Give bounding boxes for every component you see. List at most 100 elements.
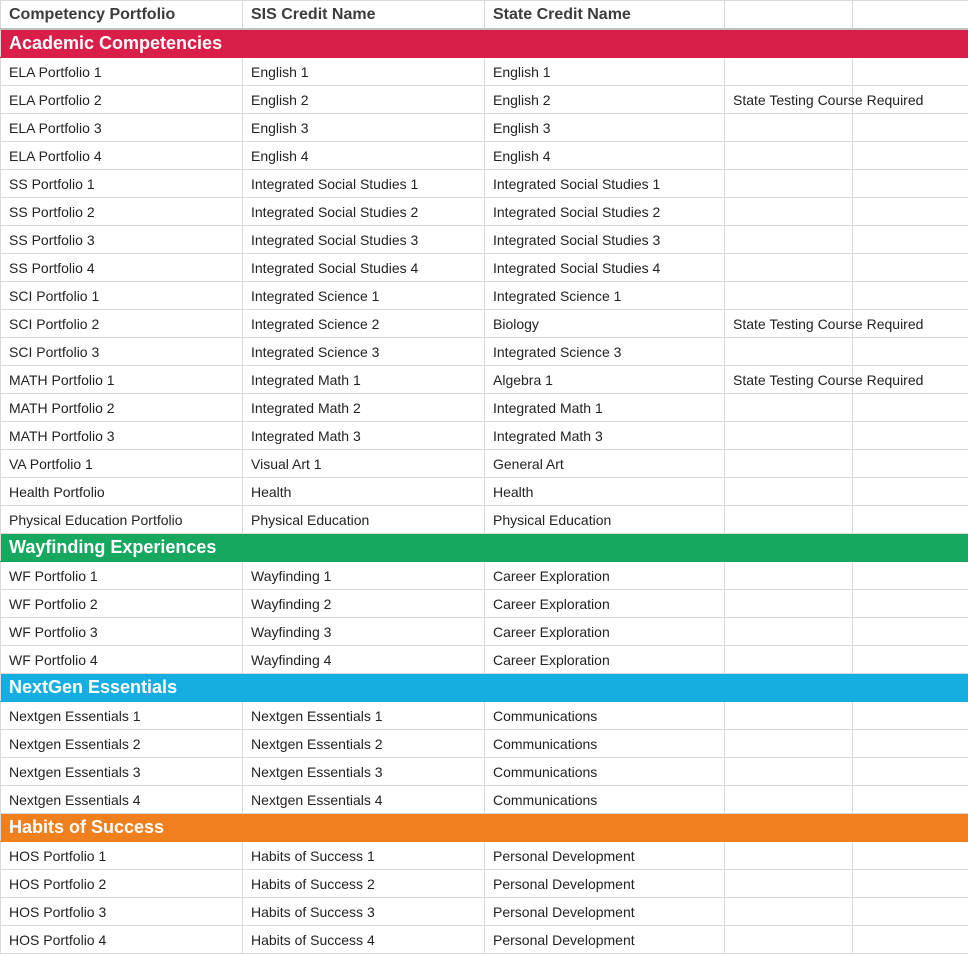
section-title-empty[interactable]	[243, 534, 485, 562]
cell-col2[interactable]: Habits of Success 4	[243, 926, 485, 954]
cell-col3[interactable]: Career Exploration	[485, 562, 725, 590]
cell-col2[interactable]: Integrated Science 2	[243, 310, 485, 338]
cell-col1[interactable]: SCI Portfolio 2	[1, 310, 243, 338]
section-title[interactable]: Wayfinding Experiences	[1, 534, 243, 562]
cell-col1[interactable]: Physical Education Portfolio	[1, 506, 243, 534]
cell-col1[interactable]: SS Portfolio 3	[1, 226, 243, 254]
cell-col1[interactable]: ELA Portfolio 4	[1, 142, 243, 170]
cell-col2[interactable]: Integrated Science 1	[243, 282, 485, 310]
cell-col5[interactable]	[853, 422, 968, 450]
cell-col2[interactable]: English 2	[243, 86, 485, 114]
cell-col5[interactable]	[853, 142, 968, 170]
header-empty-5[interactable]	[853, 1, 968, 30]
cell-col2[interactable]: Visual Art 1	[243, 450, 485, 478]
cell-col5[interactable]	[853, 506, 968, 534]
cell-col1[interactable]: SS Portfolio 2	[1, 198, 243, 226]
cell-col2[interactable]: Habits of Success 1	[243, 842, 485, 870]
cell-col5[interactable]	[853, 394, 968, 422]
cell-col5[interactable]	[853, 450, 968, 478]
cell-col1[interactable]: SCI Portfolio 3	[1, 338, 243, 366]
cell-col5[interactable]	[853, 870, 968, 898]
cell-col2[interactable]: Integrated Math 2	[243, 394, 485, 422]
cell-col4[interactable]	[725, 478, 853, 506]
cell-col1[interactable]: WF Portfolio 2	[1, 590, 243, 618]
cell-col3[interactable]: General Art	[485, 450, 725, 478]
cell-col1[interactable]: MATH Portfolio 2	[1, 394, 243, 422]
cell-col5[interactable]	[853, 786, 968, 814]
cell-col3[interactable]: Biology	[485, 310, 725, 338]
cell-col2[interactable]: English 3	[243, 114, 485, 142]
cell-col1[interactable]: SCI Portfolio 1	[1, 282, 243, 310]
section-title-empty[interactable]	[725, 29, 853, 58]
cell-col4[interactable]	[725, 282, 853, 310]
cell-col2[interactable]: Physical Education	[243, 506, 485, 534]
cell-col1[interactable]: Health Portfolio	[1, 478, 243, 506]
cell-col2[interactable]: Habits of Success 2	[243, 870, 485, 898]
section-title-empty[interactable]	[853, 814, 968, 842]
cell-col3[interactable]: Physical Education	[485, 506, 725, 534]
cell-col4[interactable]	[725, 870, 853, 898]
cell-col5[interactable]	[853, 562, 968, 590]
cell-col1[interactable]: WF Portfolio 4	[1, 646, 243, 674]
cell-col4[interactable]	[725, 114, 853, 142]
cell-col3[interactable]: Integrated Math 1	[485, 394, 725, 422]
cell-col3[interactable]: English 1	[485, 58, 725, 86]
cell-col5[interactable]	[853, 282, 968, 310]
section-title-empty[interactable]	[725, 534, 853, 562]
cell-col2[interactable]: English 1	[243, 58, 485, 86]
cell-col1[interactable]: HOS Portfolio 2	[1, 870, 243, 898]
cell-col5[interactable]	[853, 618, 968, 646]
cell-col3[interactable]: English 4	[485, 142, 725, 170]
cell-col2[interactable]: Wayfinding 1	[243, 562, 485, 590]
cell-col2[interactable]: Nextgen Essentials 2	[243, 730, 485, 758]
cell-col4[interactable]	[725, 758, 853, 786]
header-sis-credit-name[interactable]: SIS Credit Name	[243, 1, 485, 30]
cell-col3[interactable]: Integrated Science 3	[485, 338, 725, 366]
cell-col5[interactable]	[853, 646, 968, 674]
cell-col2[interactable]: Nextgen Essentials 4	[243, 786, 485, 814]
cell-col3[interactable]: Career Exploration	[485, 618, 725, 646]
cell-col1[interactable]: ELA Portfolio 3	[1, 114, 243, 142]
cell-col3[interactable]: Communications	[485, 702, 725, 730]
cell-col3[interactable]: English 3	[485, 114, 725, 142]
cell-col4[interactable]	[725, 142, 853, 170]
cell-col3[interactable]: Health	[485, 478, 725, 506]
cell-col4[interactable]	[725, 786, 853, 814]
cell-col2[interactable]: Integrated Social Studies 3	[243, 226, 485, 254]
cell-col4[interactable]	[725, 170, 853, 198]
cell-col1[interactable]: WF Portfolio 3	[1, 618, 243, 646]
cell-col1[interactable]: ELA Portfolio 2	[1, 86, 243, 114]
cell-col1[interactable]: Nextgen Essentials 3	[1, 758, 243, 786]
cell-col4[interactable]	[725, 842, 853, 870]
cell-col4[interactable]	[725, 338, 853, 366]
cell-col1[interactable]: HOS Portfolio 1	[1, 842, 243, 870]
cell-col5[interactable]	[853, 758, 968, 786]
cell-col4[interactable]	[725, 702, 853, 730]
section-title-empty[interactable]	[853, 674, 968, 702]
cell-col4[interactable]	[725, 422, 853, 450]
section-title-empty[interactable]	[243, 814, 485, 842]
cell-col5[interactable]	[853, 114, 968, 142]
cell-col5[interactable]	[853, 338, 968, 366]
cell-col5[interactable]	[853, 926, 968, 954]
cell-col5[interactable]	[853, 702, 968, 730]
section-title-empty[interactable]	[485, 674, 725, 702]
section-title[interactable]: Habits of Success	[1, 814, 243, 842]
header-competency-portfolio[interactable]: Competency Portfolio	[1, 1, 243, 30]
cell-col5[interactable]	[853, 58, 968, 86]
section-title-empty[interactable]	[853, 534, 968, 562]
cell-col1[interactable]: Nextgen Essentials 1	[1, 702, 243, 730]
cell-col2[interactable]: Integrated Social Studies 1	[243, 170, 485, 198]
cell-col4[interactable]: State Testing Course Required	[725, 86, 853, 114]
cell-col4[interactable]: State Testing Course Required	[725, 310, 853, 338]
cell-col4[interactable]	[725, 226, 853, 254]
cell-col3[interactable]: Personal Development	[485, 870, 725, 898]
cell-col2[interactable]: Integrated Social Studies 4	[243, 254, 485, 282]
cell-col1[interactable]: ELA Portfolio 1	[1, 58, 243, 86]
cell-col3[interactable]: Integrated Math 3	[485, 422, 725, 450]
cell-col4[interactable]	[725, 646, 853, 674]
section-title-empty[interactable]	[485, 29, 725, 58]
cell-col1[interactable]: WF Portfolio 1	[1, 562, 243, 590]
cell-col5[interactable]	[853, 478, 968, 506]
cell-col3[interactable]: Integrated Social Studies 4	[485, 254, 725, 282]
